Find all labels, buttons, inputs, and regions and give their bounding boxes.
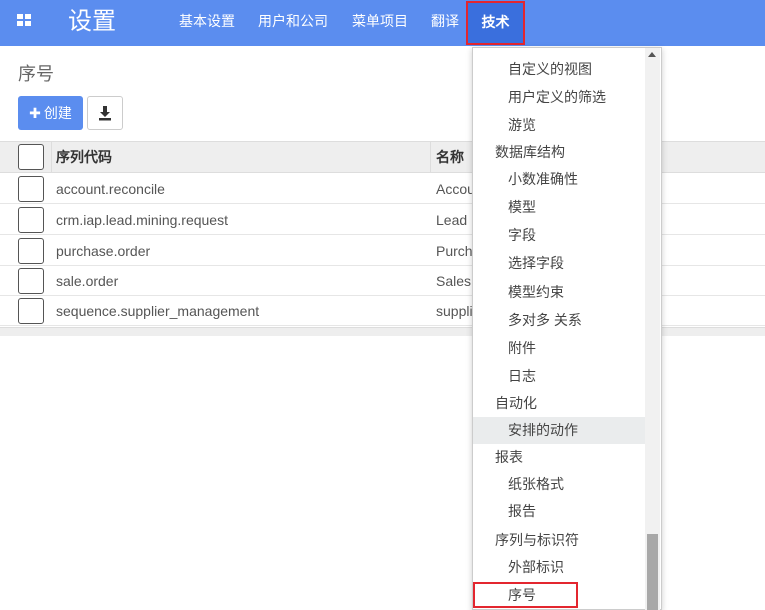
cell-sequence-code: crm.iap.lead.mining.request — [56, 212, 228, 228]
cell-name: Accou — [436, 181, 472, 197]
menu-item-model-constraints[interactable]: 模型约束 — [473, 279, 645, 306]
cell-name: Sales — [436, 273, 472, 289]
menu-header-sequences-identifiers: 序列与标识符 — [495, 532, 579, 548]
row-checkbox[interactable] — [18, 176, 44, 202]
row-checkbox[interactable] — [18, 238, 44, 264]
menu-item-external-identifiers[interactable]: 外部标识 — [473, 554, 645, 581]
menu-header-database-structure: 数据库结构 — [495, 144, 565, 160]
scrollbar-thumb[interactable] — [647, 534, 658, 610]
create-button[interactable]: ✚ 创建 — [18, 96, 83, 130]
row-checkbox[interactable] — [18, 298, 44, 324]
create-button-label: 创建 — [43, 105, 72, 121]
plus-icon: ✚ — [29, 105, 41, 121]
menu-item-logs[interactable]: 日志 — [473, 363, 645, 390]
menu-item-user-filters[interactable]: 用户定义的筛选 — [473, 84, 645, 111]
column-name[interactable]: 名称 — [436, 142, 464, 173]
download-button[interactable] — [87, 96, 123, 130]
app-title: 设置 — [68, 8, 116, 35]
top-navbar: 设置 基本设置 用户和公司 菜单项目 翻译 技术 — [0, 0, 765, 46]
menu-header-reports: 报表 — [495, 449, 523, 465]
download-icon — [99, 106, 111, 121]
menu-item-tours[interactable]: 游览 — [473, 112, 645, 139]
menu-item-many2many-relations[interactable]: 多对多 关系 — [473, 307, 645, 334]
menu-basic-settings[interactable]: 基本设置 — [179, 0, 235, 46]
cell-name: Lead — [436, 212, 468, 228]
menu-item-selection-fields[interactable]: 选择字段 — [473, 250, 645, 277]
page-title: 序号 — [18, 64, 54, 84]
menu-item-scheduled-actions[interactable]: 安排的动作 — [473, 417, 645, 444]
menu-users-companies[interactable]: 用户和公司 — [258, 0, 328, 46]
menu-header-automation: 自动化 — [495, 395, 537, 411]
apps-grid-icon[interactable] — [17, 14, 33, 30]
menu-menu-items[interactable]: 菜单项目 — [352, 0, 408, 46]
menu-item-models[interactable]: 模型 — [473, 194, 645, 221]
row-checkbox[interactable] — [18, 268, 44, 294]
menu-translation[interactable]: 翻译 — [431, 0, 459, 46]
menu-item-paper-format[interactable]: 纸张格式 — [473, 471, 645, 498]
menu-item-custom-views[interactable]: 自定义的视图 — [473, 56, 645, 83]
menu-item-fields[interactable]: 字段 — [473, 222, 645, 249]
cell-name: Purch — [436, 243, 472, 259]
scroll-up-arrow-icon[interactable] — [648, 52, 656, 57]
sequences-highlight-box — [473, 582, 578, 608]
row-checkbox[interactable] — [18, 207, 44, 233]
select-all-checkbox[interactable] — [18, 144, 44, 170]
cell-sequence-code: sequence.supplier_management — [56, 303, 260, 319]
technical-dropdown-menu: 自定义的视图 用户定义的筛选 游览 数据库结构 小数准确性 模型 字段 选择字段… — [472, 47, 662, 610]
dropdown-scrollbar[interactable] — [645, 48, 660, 610]
column-sequence-code[interactable]: 序列代码 — [56, 142, 112, 173]
cell-name: suppli — [436, 303, 472, 319]
menu-item-decimal-accuracy[interactable]: 小数准确性 — [473, 166, 645, 193]
cell-sequence-code: account.reconcile — [56, 181, 165, 197]
menu-item-attachments[interactable]: 附件 — [473, 335, 645, 362]
cell-sequence-code: sale.order — [56, 273, 119, 289]
menu-technical[interactable]: 技术 — [466, 1, 525, 45]
menu-item-reports[interactable]: 报告 — [473, 498, 645, 525]
cell-sequence-code: purchase.order — [56, 243, 151, 259]
